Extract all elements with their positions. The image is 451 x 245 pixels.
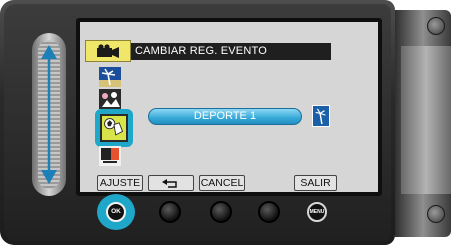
ajuste-softkey[interactable]: AJUSTE <box>97 175 143 191</box>
menu-title: CAMBIAR REG. EVENTO <box>135 45 267 57</box>
ok-button[interactable]: OK <box>106 202 126 222</box>
cancel-softkey[interactable]: CANCEL <box>199 175 245 191</box>
video-camera-icon <box>97 44 119 58</box>
sports-event-icon[interactable] <box>100 114 128 142</box>
beach-event-icon <box>312 105 330 127</box>
hardware-button-2[interactable] <box>159 201 181 223</box>
video-mode-tab <box>85 40 131 62</box>
flag-event-icon[interactable] <box>99 146 121 166</box>
up-down-arrow-icon <box>41 45 57 184</box>
menu-button[interactable]: MENU <box>307 202 327 222</box>
hardware-button-4[interactable] <box>258 201 280 223</box>
back-softkey[interactable] <box>148 175 194 191</box>
event-value-label: DEPORTE 1 <box>193 110 257 122</box>
screw-icon <box>427 17 445 35</box>
screw-icon <box>427 205 445 223</box>
salir-softkey[interactable]: SALIR <box>294 175 337 191</box>
beach-event-icon[interactable] <box>99 67 121 87</box>
return-arrow-icon <box>162 179 177 188</box>
hinge-panel <box>401 46 451 194</box>
party-event-icon[interactable] <box>99 89 121 109</box>
hardware-button-3[interactable] <box>210 201 232 223</box>
